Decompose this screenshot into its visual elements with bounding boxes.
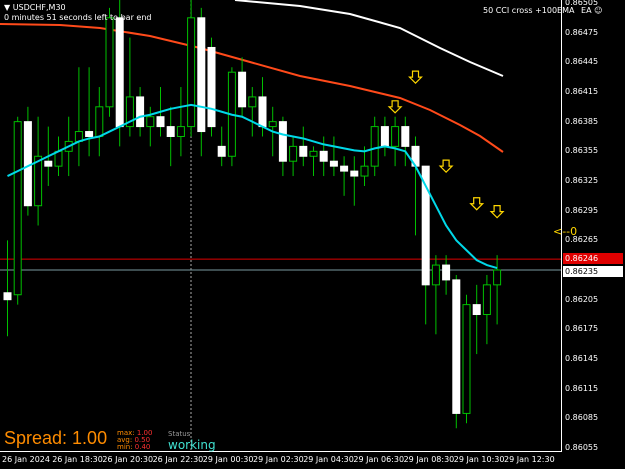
- status-label: Status: [168, 430, 191, 438]
- candle-body: [319, 150, 328, 162]
- candle-body: [207, 46, 216, 128]
- candle-body: [166, 126, 175, 137]
- time-tick: 29 Jan 02:30: [253, 455, 304, 464]
- chart-area[interactable]: [0, 0, 562, 452]
- candle-body: [156, 116, 165, 128]
- candle-body: [197, 17, 206, 133]
- candle-body: [309, 150, 318, 157]
- price-tick: 0.86265: [565, 235, 599, 245]
- candle-body: [329, 160, 338, 167]
- time-tick: 29 Jan 12:30: [504, 455, 555, 464]
- price-tick: 0.86145: [565, 354, 599, 364]
- price-axis[interactable]: 0.86505 0.86475 0.86445 0.86415 0.86385 0.863…: [562, 0, 625, 452]
- candle-body: [472, 304, 481, 316]
- time-tick: 26 Jan 18:30: [52, 455, 103, 464]
- time-tick: 29 Jan 08:30: [403, 455, 455, 464]
- candle-body: [452, 279, 461, 414]
- price-tick: 0.86445: [565, 57, 599, 67]
- down-arrow-icon: [489, 205, 505, 219]
- time-axis[interactable]: 26 Jan 2024 26 Jan 18:30 26 Jan 20:30 26 Ja…: [0, 452, 562, 469]
- price-tick: 0.86295: [565, 205, 599, 215]
- candle-body: [23, 121, 32, 207]
- down-arrow-icon: [469, 197, 485, 211]
- spread-stat-row: min: 0.40: [117, 444, 152, 451]
- candle-body: [380, 126, 389, 147]
- candle-body: [176, 126, 185, 137]
- candle-body: [34, 155, 43, 207]
- candle-body: [44, 160, 53, 167]
- candle-body: [95, 106, 104, 137]
- price-chart[interactable]: [0, 0, 561, 451]
- time-tick: 26 Jan 22:30: [152, 455, 204, 464]
- candle-body: [258, 96, 267, 128]
- indicator-name: 50 CCI cross +100EMA: [483, 6, 575, 15]
- candle-body: [340, 165, 349, 172]
- candle-body: [442, 264, 451, 281]
- stat-value: 0.40: [134, 443, 151, 451]
- candle-body: [350, 170, 359, 177]
- time-tick: 26 Jan 2024: [2, 455, 50, 464]
- time-tick: 26 Jan 20:30: [102, 455, 154, 464]
- candle-body: [187, 17, 196, 128]
- candle-body: [299, 145, 308, 157]
- candle-body: [391, 126, 400, 147]
- stat-label: min:: [117, 443, 133, 451]
- down-arrow-icon: [438, 159, 454, 173]
- dropdown-triangle-icon[interactable]: ▼: [4, 3, 10, 12]
- price-tick: 0.86175: [565, 324, 599, 334]
- price-tick: 0.86505: [565, 0, 599, 7]
- symbol-label: USDCHF,M30: [12, 3, 66, 12]
- symbol-header: ▼ USDCHF,M30: [4, 3, 66, 13]
- price-tick: 0.86415: [565, 86, 599, 96]
- price-tick: 0.86055: [565, 443, 599, 453]
- candle-body: [105, 17, 114, 108]
- price-tick: 0.86355: [565, 146, 599, 156]
- candle-body: [493, 269, 502, 286]
- candle-body: [482, 284, 491, 316]
- price-tick: 0.86085: [565, 413, 599, 423]
- bar-timer: 0 minutes 51 seconds left to bar end: [4, 13, 152, 22]
- candle-body: [289, 145, 298, 162]
- candle-body: [13, 121, 22, 296]
- candle-body: [217, 145, 226, 157]
- time-tick: 29 Jan 04:30: [303, 455, 354, 464]
- status-value: working: [168, 438, 216, 452]
- candle-body: [278, 121, 287, 162]
- price-tick: 0.86325: [565, 175, 599, 185]
- price-tick: 0.86385: [565, 116, 599, 126]
- time-tick: 29 Jan 06:30: [353, 455, 405, 464]
- time-tick: 29 Jan 10:30: [453, 455, 505, 464]
- long-ma-line: [234, 0, 504, 77]
- candle-body: [360, 165, 369, 177]
- candle-body: [136, 96, 145, 128]
- price-tick: 0.86115: [565, 383, 599, 393]
- candle-body: [3, 292, 12, 301]
- candle-body: [370, 126, 379, 167]
- candle-body: [431, 264, 440, 286]
- candle-body: [462, 304, 471, 414]
- candle-body: [248, 96, 257, 108]
- candle-body: [146, 116, 155, 128]
- price-tick: 0.86205: [565, 294, 599, 304]
- candle-body: [268, 121, 277, 128]
- bid-price-label: 0.86235: [563, 266, 623, 277]
- candle-body: [85, 131, 94, 137]
- spread-value: Spread: 1.00: [4, 428, 108, 448]
- down-arrow-icon: [387, 100, 403, 114]
- price-tick: 0.86475: [565, 27, 599, 37]
- spread-stats: max: 1.00 avg: 0.50 min: 0.40: [117, 430, 152, 451]
- candle-body: [238, 71, 247, 108]
- candle-body: [401, 126, 410, 147]
- down-arrow-icon: [408, 70, 423, 84]
- candle-body: [115, 17, 124, 128]
- time-tick: 29 Jan 00:30: [202, 455, 254, 464]
- ask-price-label: 0.86246: [563, 253, 623, 265]
